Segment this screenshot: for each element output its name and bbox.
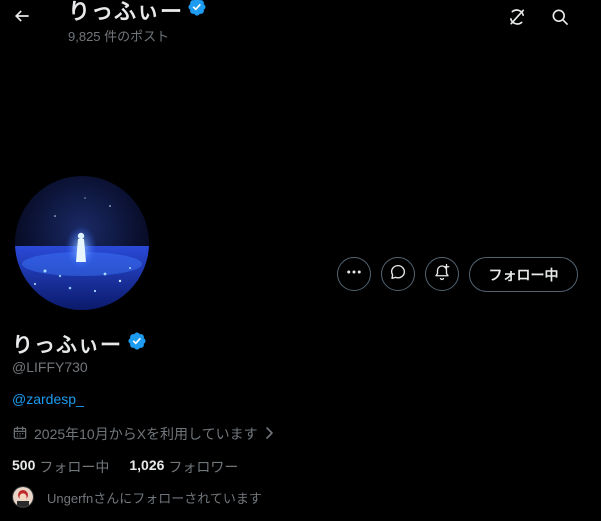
following-label: フォロー中 <box>39 459 110 475</box>
chevron-right-icon <box>264 426 276 443</box>
arrow-left-icon <box>12 6 32 31</box>
display-name-text: りっふぃー <box>12 334 122 357</box>
bio-mention-link[interactable]: @zardesp_ <box>12 391 84 407</box>
following-count: 500 <box>12 457 36 473</box>
post-count: 9,825 件のポスト <box>68 29 170 44</box>
notification-subscribe-button[interactable] <box>425 257 459 291</box>
grok-icon <box>507 7 527 32</box>
message-button[interactable] <box>381 257 415 291</box>
profile-header: りっふぃー 9,825 件のポスト <box>0 0 601 44</box>
more-horizontal-icon <box>345 263 363 286</box>
header-title-text: りっふぃー <box>68 0 184 24</box>
avatar-image <box>15 176 149 310</box>
follow-counts: 500 フォロー中 1,026 フォロワー <box>12 457 238 477</box>
followers-count-link[interactable]: 1,026 フォロワー <box>129 457 238 477</box>
header-title: りっふぃー <box>68 0 207 26</box>
follower-avatar <box>12 486 34 508</box>
joined-date[interactable]: 2025年10月からXを利用しています <box>12 424 276 444</box>
followed-by-row[interactable]: Ungerfnさんにフォローされています <box>12 486 262 508</box>
followers-count: 1,026 <box>129 457 165 473</box>
search-button[interactable] <box>543 2 577 36</box>
calendar-icon <box>12 425 28 444</box>
joined-date-text: 2025年10月からXを利用しています <box>34 426 258 442</box>
following-button[interactable]: フォロー中 <box>469 257 578 292</box>
message-bubble-icon <box>389 263 407 286</box>
profile-display-name: りっふぃー <box>12 329 147 359</box>
followers-label: フォロワー <box>168 459 239 475</box>
following-count-link[interactable]: 500 フォロー中 <box>12 457 109 477</box>
verified-badge-icon[interactable] <box>127 331 147 357</box>
verified-badge-icon <box>187 0 207 23</box>
followed-by-text: Ungerfnさんにフォローされています <box>47 490 262 506</box>
profile-avatar[interactable] <box>15 176 149 310</box>
search-icon <box>550 7 570 32</box>
bell-plus-icon <box>433 263 451 286</box>
back-button[interactable] <box>4 0 40 36</box>
profile-handle: @LIFFY730 <box>12 359 88 375</box>
more-button[interactable] <box>337 257 371 291</box>
grok-button[interactable] <box>500 2 534 36</box>
